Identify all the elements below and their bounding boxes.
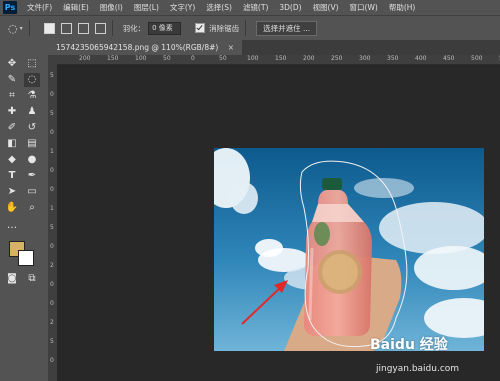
antialias-label: 消除锯齿 <box>209 23 240 33</box>
ruler-tick-label: 500 <box>471 55 483 62</box>
ruler-tick-label: 1 <box>50 205 54 212</box>
pen-icon[interactable]: ✒ <box>24 169 40 183</box>
healing-icon[interactable]: ✚ <box>4 105 20 119</box>
menu-edit[interactable]: 编辑(E) <box>63 2 89 13</box>
eraser-icon[interactable]: ◧ <box>4 137 20 151</box>
select-and-mask-button[interactable]: 选择并遮住 ... <box>256 20 318 36</box>
ruler-tick-label: 0 <box>50 300 54 307</box>
ruler-tick-label: 350 <box>387 55 399 62</box>
clone-stamp-icon[interactable]: ♟ <box>24 105 40 119</box>
intersect-selection-icon[interactable] <box>94 22 106 34</box>
menu-bar: Ps 文件(F) 编辑(E) 图像(I) 图层(L) 文字(Y) 选择(S) 滤… <box>0 0 500 15</box>
feather-label: 羽化： <box>122 23 146 33</box>
quick-select-icon[interactable]: ✎ <box>4 73 20 87</box>
path-select-icon[interactable]: ➤ <box>4 185 20 199</box>
divider <box>111 20 113 36</box>
photo-bottle-in-hand <box>214 148 484 351</box>
divider <box>28 20 30 36</box>
lasso-icon[interactable]: ◌ <box>24 73 40 87</box>
ruler-tick-label: 400 <box>415 55 427 62</box>
horizontal-ruler[interactable]: 200 150 100 50 0 50 100 150 200 250 300 350 400 450 50… <box>57 55 500 65</box>
move-icon[interactable]: ✥ <box>4 57 20 71</box>
dodge-icon[interactable]: ● <box>24 153 40 167</box>
ruler-tick-label: 450 <box>443 55 455 62</box>
ruler-tick-label: 50 <box>219 55 227 62</box>
baidu-watermark: Baidu 经验 <box>370 337 448 353</box>
ruler-tick-label: 2 <box>50 319 54 326</box>
background-color-swatch[interactable] <box>18 250 34 266</box>
type-icon[interactable]: T <box>4 169 20 183</box>
ruler-tick-label: 150 <box>275 55 287 62</box>
baidu-watermark-url: jingyan.baidu.com <box>376 364 460 374</box>
menu-view[interactable]: 视图(V) <box>313 2 339 13</box>
add-to-selection-icon[interactable] <box>60 22 72 34</box>
document-tab-title: 1574235065942158.png @ 110%(RGB/8#) <box>56 43 219 52</box>
ruler-tick-label: 0 <box>50 167 54 174</box>
ruler-tick-label: 300 <box>359 55 371 62</box>
menu-help[interactable]: 帮助(H) <box>389 2 416 13</box>
ruler-tick-label: 0 <box>50 91 54 98</box>
brush-icon[interactable]: ✐ <box>4 121 20 135</box>
ruler-tick-label: 5 <box>50 224 54 231</box>
menu-type[interactable]: 文字(Y) <box>170 2 195 13</box>
ruler-tick-label: 250 <box>331 55 343 62</box>
ruler-tick-label: 0 <box>50 186 54 193</box>
ruler-tick-label: 50 <box>163 55 171 62</box>
ruler-tick-label: 0 <box>50 243 54 250</box>
ruler-tick-label: 150 <box>107 55 119 62</box>
hand-icon[interactable]: ✋ <box>4 201 20 215</box>
close-icon[interactable]: × <box>228 43 234 52</box>
photoshop-logo: Ps <box>3 1 17 14</box>
chevron-down-icon[interactable]: ▾ <box>20 25 23 32</box>
marquee-icon[interactable]: ⬚ <box>24 57 40 71</box>
ruler-tick-label: 200 <box>303 55 315 62</box>
menu-image[interactable]: 图像(I) <box>100 2 123 13</box>
ruler-tick-label: 0 <box>191 55 195 62</box>
ruler-tick-label: 100 <box>247 55 259 62</box>
zoom-icon[interactable]: ⌕ <box>24 201 40 215</box>
ruler-tick-label: 1 <box>50 148 54 155</box>
document-tab-bar: 1574235065942158.png @ 110%(RGB/8#) × <box>48 40 500 55</box>
antialias-checkbox[interactable] <box>195 23 206 33</box>
menu-select[interactable]: 选择(S) <box>206 2 232 13</box>
ruler-tick-label: 200 <box>79 55 91 62</box>
ruler-tick-label: 5 <box>50 110 54 117</box>
menu-layer[interactable]: 图层(L) <box>134 2 159 13</box>
subtract-from-selection-icon[interactable] <box>77 22 89 34</box>
eyedropper-icon[interactable]: ⚗ <box>24 89 40 103</box>
screen-mode-icon[interactable]: ⧉ <box>24 272 40 286</box>
divider <box>245 20 247 36</box>
crop-icon[interactable]: ⌗ <box>4 89 20 103</box>
ruler-tick-label: 2 <box>50 262 54 269</box>
menu-file[interactable]: 文件(F) <box>27 2 52 13</box>
ruler-tick-label: 5 <box>50 72 54 79</box>
options-bar: ◌ ▾ 羽化： 0 像素 消除锯齿 选择并遮住 ... <box>0 15 500 41</box>
gradient-icon[interactable]: ▤ <box>24 137 40 151</box>
lasso-preset-icon[interactable]: ◌ <box>8 22 18 35</box>
blur-icon[interactable]: ◆ <box>4 153 20 167</box>
history-brush-icon[interactable]: ↺ <box>24 121 40 135</box>
ruler-tick-label: 0 <box>50 129 54 136</box>
ruler-tick-label: 0 <box>50 281 54 288</box>
ruler-origin[interactable] <box>48 55 57 64</box>
new-selection-icon[interactable] <box>43 22 55 34</box>
quick-mask-icon[interactable]: ◙ <box>4 272 20 286</box>
ruler-tick-label: 5 <box>50 338 54 345</box>
feather-input[interactable]: 0 像素 <box>148 21 182 35</box>
ruler-tick-label: 0 <box>50 357 54 364</box>
ruler-tick-label: 100 <box>135 55 147 62</box>
more-tools-icon[interactable]: … <box>4 219 20 233</box>
document-canvas-image[interactable] <box>214 148 484 351</box>
menu-3d[interactable]: 3D(D) <box>279 3 301 12</box>
rectangle-icon[interactable]: ▭ <box>24 185 40 199</box>
document-tab[interactable]: 1574235065942158.png @ 110%(RGB/8#) × <box>48 40 243 55</box>
tools-panel: ✥ ⬚ ✎ ◌ ⌗ ⚗ ✚ ♟ ✐ ↺ ◧ ▤ ◆ ● T ✒ ➤ ▭ ✋ ⌕ … <box>0 40 49 381</box>
menu-window[interactable]: 窗口(W) <box>350 2 378 13</box>
menu-filter[interactable]: 滤镜(T) <box>243 2 268 13</box>
